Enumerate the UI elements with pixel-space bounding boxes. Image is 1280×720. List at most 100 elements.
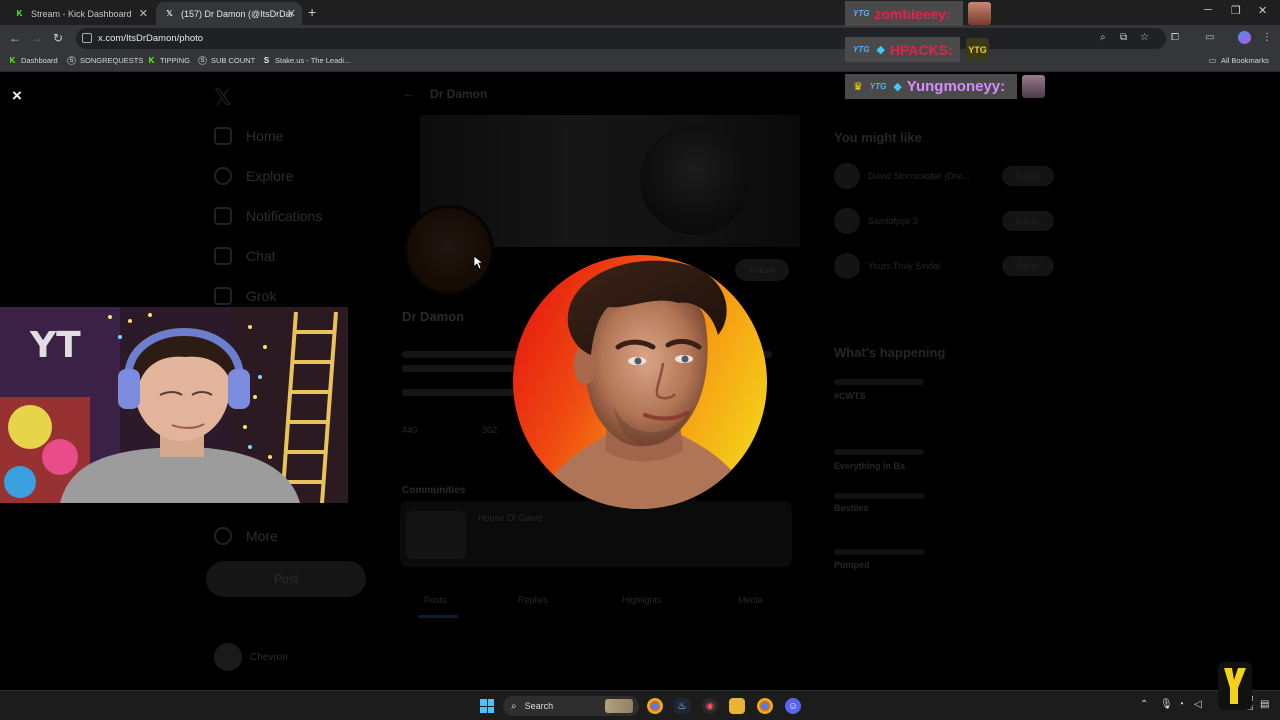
suggestion-row[interactable]: David Stormcaster (Dre... Follow bbox=[834, 163, 1054, 189]
tab-replies[interactable]: Replies bbox=[518, 595, 548, 605]
chrome-icon[interactable] bbox=[647, 698, 663, 714]
chevron-up-icon[interactable]: ⌃ bbox=[1140, 699, 1148, 710]
bookmark-label: Dashboard bbox=[21, 56, 58, 65]
kick-icon: K bbox=[148, 56, 155, 65]
nav-grok[interactable]: Grok bbox=[214, 287, 276, 305]
maximize-icon[interactable]: ❐ bbox=[1231, 4, 1241, 17]
tab-kick-dashboard[interactable]: K Stream - Kick Dashboard ✕ bbox=[6, 2, 154, 25]
back-arrow-icon[interactable]: ← bbox=[402, 85, 416, 101]
account-switcher[interactable]: Chevron bbox=[214, 643, 288, 671]
profile-avatar[interactable] bbox=[404, 205, 494, 295]
menu-icon[interactable]: ⋮ bbox=[1262, 32, 1272, 43]
stake-icon: S bbox=[263, 56, 270, 65]
bookmark-stake[interactable]: S Stake.us - The Leadi... bbox=[262, 56, 351, 65]
tab-media[interactable]: Media bbox=[738, 595, 763, 605]
close-viewer-icon[interactable]: × bbox=[12, 86, 22, 106]
bookmark-sub-count[interactable]: S SUB COUNT bbox=[198, 56, 255, 65]
nav-explore[interactable]: Explore bbox=[214, 167, 293, 185]
microphone-icon[interactable]: 🎙 bbox=[1160, 699, 1173, 710]
community-avatar bbox=[406, 511, 466, 559]
volume-icon[interactable]: ◁ bbox=[1194, 699, 1202, 710]
follow-button[interactable]: Follow bbox=[735, 259, 789, 281]
follow-button[interactable]: Follow bbox=[1002, 211, 1054, 231]
tab-strip: K Stream - Kick Dashboard ✕ 𝕏 (157) Dr D… bbox=[0, 0, 1280, 25]
folder-icon: ▭ bbox=[1208, 56, 1217, 65]
grok-icon bbox=[214, 287, 232, 305]
profile-header-name: Dr Damon bbox=[430, 87, 488, 101]
x-icon: 𝕏 bbox=[166, 9, 173, 18]
kick-icon: K bbox=[14, 8, 25, 19]
new-tab-button[interactable]: + bbox=[308, 4, 316, 20]
cube-badge-icon: ◆ bbox=[876, 44, 885, 56]
wifi-icon[interactable]: ◔ bbox=[1178, 699, 1184, 710]
reload-icon[interactable]: ↻ bbox=[53, 31, 63, 45]
steam-icon[interactable]: ♨ bbox=[674, 698, 690, 714]
extensions-icon[interactable]: ⧠ bbox=[1171, 32, 1179, 43]
file-explorer-icon[interactable] bbox=[729, 698, 745, 714]
nav-more[interactable]: More bbox=[214, 527, 278, 545]
post-button[interactable]: Post bbox=[206, 561, 366, 597]
bookmark-tipping[interactable]: K TIPPING bbox=[147, 56, 190, 65]
ytg-badge-icon: YTG bbox=[853, 45, 870, 54]
suggestion-row[interactable]: Yours Truly Sindal Follow bbox=[834, 253, 1054, 279]
avatar bbox=[834, 253, 860, 279]
communities-title: Communities bbox=[402, 485, 466, 496]
install-app-icon[interactable]: ⧉ bbox=[1120, 32, 1127, 43]
bookmark-label: TIPPING bbox=[160, 56, 191, 65]
whats-happening-title: What's happening bbox=[834, 345, 946, 360]
suggestion-name: David Stormcaster (Dre... bbox=[868, 171, 970, 181]
nav-label: Explore bbox=[246, 168, 294, 184]
x-logo-icon[interactable]: 𝕏 bbox=[214, 85, 232, 111]
ytg-badge-icon: YTG bbox=[853, 9, 870, 18]
follow-stats[interactable]: 440 302 bbox=[402, 425, 497, 435]
star-icon[interactable]: ☆ bbox=[1140, 32, 1149, 43]
trend-item[interactable]: Bestlies bbox=[834, 503, 869, 513]
site-info-icon[interactable] bbox=[82, 33, 92, 43]
window-close-icon[interactable]: ✕ bbox=[1258, 4, 1267, 17]
chat-icon bbox=[214, 247, 232, 265]
follow-button[interactable]: Follow bbox=[1002, 256, 1054, 276]
bookmark-dashboard[interactable]: K Dashboard bbox=[8, 56, 58, 65]
minimize-icon[interactable]: ─ bbox=[1204, 4, 1212, 16]
nav-home[interactable]: Home bbox=[214, 127, 283, 145]
cube-badge-icon: ◆ bbox=[893, 81, 902, 93]
svg-text:YT: YT bbox=[29, 325, 81, 366]
trend-meta bbox=[834, 549, 924, 555]
all-bookmarks[interactable]: ▭ All Bookmarks bbox=[1208, 56, 1269, 65]
trend-item[interactable]: #CWTS bbox=[834, 391, 866, 401]
bell-icon bbox=[214, 207, 232, 225]
forward-icon[interactable]: → bbox=[31, 31, 43, 45]
community-name: House Of Gawd bbox=[478, 513, 543, 523]
trend-item[interactable]: Pumped bbox=[834, 560, 870, 570]
tab-title: (157) Dr Damon (@ItsDrDamon bbox=[181, 8, 293, 19]
profile-avatar[interactable] bbox=[1238, 31, 1251, 44]
side-panel-icon[interactable]: ▭ bbox=[1205, 32, 1214, 43]
tab-x-profile[interactable]: 𝕏 (157) Dr Damon (@ItsDrDamon ✕ bbox=[156, 2, 302, 25]
discord-icon[interactable]: ☺ bbox=[785, 698, 801, 714]
taskbar: ⌕ Search ♨ ◉ ☺ ⌃ 🎙 ◔ ◁ PM 5/2025 ▤ bbox=[0, 690, 1280, 720]
close-icon[interactable]: ✕ bbox=[287, 7, 296, 20]
nav-notifications[interactable]: Notifications bbox=[214, 207, 322, 225]
tab-highlights[interactable]: Highlights bbox=[622, 595, 662, 605]
notification-icon[interactable]: ▤ bbox=[1260, 699, 1269, 710]
back-icon[interactable]: ← bbox=[9, 31, 21, 45]
community-card[interactable]: House Of Gawd bbox=[400, 501, 792, 567]
taskbar-search[interactable]: ⌕ Search bbox=[503, 696, 639, 716]
app-icon[interactable]: ◉ bbox=[702, 698, 718, 714]
zoom-icon[interactable]: ⌕ bbox=[1100, 32, 1106, 43]
bookmark-songrequests[interactable]: S SONGREQUESTS bbox=[67, 56, 143, 65]
tab-posts[interactable]: Posts bbox=[424, 595, 447, 605]
close-icon[interactable]: ✕ bbox=[139, 7, 148, 20]
start-icon[interactable] bbox=[480, 699, 494, 713]
suggestion-row[interactable]: Saintofjoja 3 Follow bbox=[834, 208, 1054, 234]
trend-item[interactable]: Everything in Ba bbox=[834, 461, 905, 471]
chrome-icon[interactable] bbox=[757, 698, 773, 714]
chat-username: zombieeey: bbox=[874, 5, 951, 22]
address-bar[interactable]: x.com/ItsDrDamon/photo bbox=[76, 28, 1166, 49]
webcam-overlay: YT bbox=[0, 307, 348, 503]
nav-chat[interactable]: Chat bbox=[214, 247, 276, 265]
nav-label: More bbox=[246, 528, 278, 544]
nav-label: Chat bbox=[246, 248, 276, 264]
follow-button[interactable]: Follow bbox=[1002, 166, 1054, 186]
trend-meta bbox=[834, 493, 924, 499]
